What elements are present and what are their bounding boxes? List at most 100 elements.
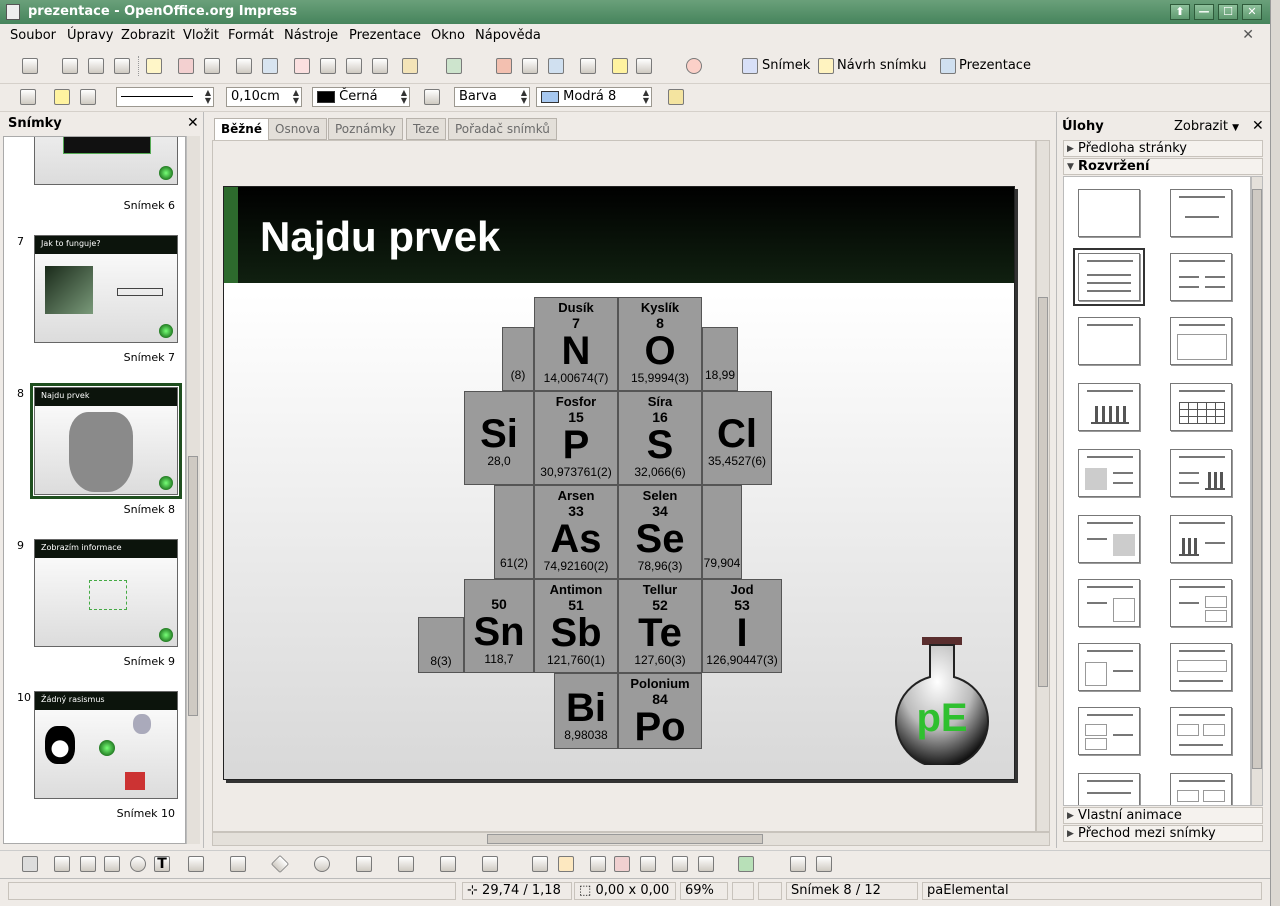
slide-thumbnail-7[interactable]: Jak to funguje? xyxy=(34,235,178,343)
area-style-select[interactable]: Barva ▲ ▼ xyxy=(454,87,530,107)
block-arrows-icon[interactable] xyxy=(356,856,372,872)
scroll-thumb[interactable] xyxy=(487,834,763,844)
zoom-icon[interactable] xyxy=(636,58,652,74)
align-icon[interactable] xyxy=(698,856,714,872)
menu-napoveda[interactable]: Nápověda xyxy=(475,28,541,43)
shadow-icon[interactable] xyxy=(668,89,684,105)
layout-text-image[interactable] xyxy=(1078,515,1140,563)
layout-text-two-objects[interactable] xyxy=(1170,579,1232,627)
copy-icon[interactable] xyxy=(320,58,336,74)
menu-zobrazit[interactable]: Zobrazit xyxy=(121,28,175,43)
undo-icon[interactable] xyxy=(402,58,418,74)
menu-soubor[interactable]: Soubor xyxy=(10,28,56,43)
presentation-button[interactable]: Prezentace xyxy=(959,58,1031,73)
layout-blank[interactable] xyxy=(1078,189,1140,237)
layout-object-over-text[interactable] xyxy=(1170,643,1232,691)
connector-icon[interactable] xyxy=(230,856,246,872)
tab-normal[interactable]: Běžné xyxy=(214,118,269,140)
slides-scrollbar[interactable] xyxy=(186,136,200,844)
navigator-icon[interactable] xyxy=(612,58,628,74)
layout-text-over-object[interactable] xyxy=(1078,773,1140,805)
layout-object-text[interactable] xyxy=(1078,643,1140,691)
rectangle-icon[interactable] xyxy=(104,856,120,872)
section-layouts[interactable]: ▼ Rozvržení xyxy=(1063,158,1263,175)
tab-outline[interactable]: Osnova xyxy=(268,118,328,140)
layout-two-objects-text[interactable] xyxy=(1078,707,1140,755)
export-pdf-icon[interactable] xyxy=(178,58,194,74)
tab-notes[interactable]: Poznámky xyxy=(328,118,403,140)
points-icon[interactable] xyxy=(532,856,548,872)
extrusion-icon[interactable] xyxy=(790,856,806,872)
styles-icon[interactable] xyxy=(20,89,36,105)
line-icon[interactable] xyxy=(54,89,70,105)
layouts-scrollbar[interactable] xyxy=(1251,176,1263,806)
flowchart-icon[interactable] xyxy=(398,856,414,872)
help-icon[interactable] xyxy=(686,58,702,74)
spellcheck-icon[interactable] xyxy=(236,58,252,74)
tab-slide-sorter[interactable]: Pořadač snímků xyxy=(448,118,557,140)
insert-image-icon[interactable] xyxy=(614,856,630,872)
scroll-thumb[interactable] xyxy=(1252,189,1262,769)
section-custom-animation[interactable]: ▶ Vlastní animace xyxy=(1063,807,1263,824)
slide-design-button[interactable]: Návrh snímku xyxy=(837,58,927,73)
gallery-icon[interactable] xyxy=(640,856,656,872)
menu-prezentace[interactable]: Prezentace xyxy=(349,28,421,43)
slide-title[interactable]: Najdu prvek xyxy=(260,213,500,261)
fontwork-icon[interactable] xyxy=(590,856,606,872)
close-window-button[interactable]: ✕ xyxy=(1242,4,1262,20)
layout-two-content[interactable] xyxy=(1170,253,1232,301)
text-tool-icon[interactable]: T xyxy=(154,856,170,872)
close-document-icon[interactable]: ✕ xyxy=(1242,27,1254,43)
layout-title-box[interactable] xyxy=(1170,317,1232,365)
callouts-icon[interactable] xyxy=(440,856,456,872)
scroll-thumb[interactable] xyxy=(1038,297,1048,687)
slide-thumbnail-9[interactable]: Zobrazím informace xyxy=(34,539,178,647)
paste-icon[interactable] xyxy=(346,58,362,74)
section-slide-transition[interactable]: ▶ Přechod mezi snímky xyxy=(1063,825,1263,842)
slide-thumbnail-8[interactable]: Najdu prvek xyxy=(30,383,182,499)
minimize-button[interactable]: — xyxy=(1194,4,1214,20)
layout-title-text[interactable] xyxy=(1078,317,1140,365)
periodic-table-silhouette[interactable]: Dusík 7 N 14,00674(7) Kyslík 8 O 15,9994(3) Fo… xyxy=(414,297,814,767)
slide-thumbnail-10[interactable]: Žádný rasismus xyxy=(34,691,178,799)
interaction-icon[interactable] xyxy=(816,856,832,872)
ellipse-icon[interactable] xyxy=(130,856,146,872)
layout-title-chart[interactable] xyxy=(1078,383,1140,431)
scroll-thumb[interactable] xyxy=(188,456,198,716)
close-pane-icon[interactable]: ✕ xyxy=(187,115,199,131)
rotate-icon[interactable] xyxy=(672,856,688,872)
stars-icon[interactable] xyxy=(482,856,498,872)
curve-icon[interactable] xyxy=(188,856,204,872)
grid-icon[interactable] xyxy=(580,58,596,74)
vertical-scrollbar[interactable] xyxy=(1036,140,1050,832)
tasks-view-menu[interactable]: Zobrazit ▼ xyxy=(1174,119,1239,134)
area-color-select[interactable]: Modrá 8 ▲ ▼ xyxy=(536,87,652,107)
status-zoom[interactable]: 69% xyxy=(680,882,728,900)
edit-file-icon[interactable] xyxy=(146,58,162,74)
horizontal-scrollbar[interactable] xyxy=(212,832,1050,846)
format-paintbrush-icon[interactable] xyxy=(372,58,388,74)
line-width-input[interactable]: 0,10cm ▲ ▼ xyxy=(226,87,302,107)
symbol-shapes-icon[interactable] xyxy=(314,856,330,872)
menu-vlozit[interactable]: Vložit xyxy=(183,28,219,43)
open-icon[interactable] xyxy=(62,58,78,74)
maximize-button[interactable]: ☐ xyxy=(1218,4,1238,20)
layout-image-text[interactable] xyxy=(1078,449,1140,497)
flask-logo[interactable]: pE xyxy=(892,635,992,765)
menu-upravy[interactable]: Úpravy xyxy=(67,28,113,43)
basic-shapes-icon[interactable] xyxy=(270,854,290,874)
cut-icon[interactable] xyxy=(294,58,310,74)
new-document-icon[interactable] xyxy=(22,58,38,74)
line-color-select[interactable]: Černá ▲ ▼ xyxy=(312,87,410,107)
layout-text-chart[interactable] xyxy=(1170,449,1232,497)
slide-canvas[interactable]: Najdu prvek Dusík 7 N 14,00674(7) Kyslík 8 O 1… xyxy=(223,186,1015,780)
save-icon[interactable] xyxy=(88,58,104,74)
layout-four-objects[interactable] xyxy=(1170,773,1232,805)
layout-title-only[interactable] xyxy=(1170,189,1232,237)
layout-text-object[interactable] xyxy=(1078,579,1140,627)
layout-chart-text[interactable] xyxy=(1170,515,1232,563)
redo-icon[interactable] xyxy=(446,58,462,74)
tab-handout[interactable]: Teze xyxy=(406,118,447,140)
select-arrow-icon[interactable] xyxy=(22,856,38,872)
glue-points-icon[interactable] xyxy=(558,856,574,872)
